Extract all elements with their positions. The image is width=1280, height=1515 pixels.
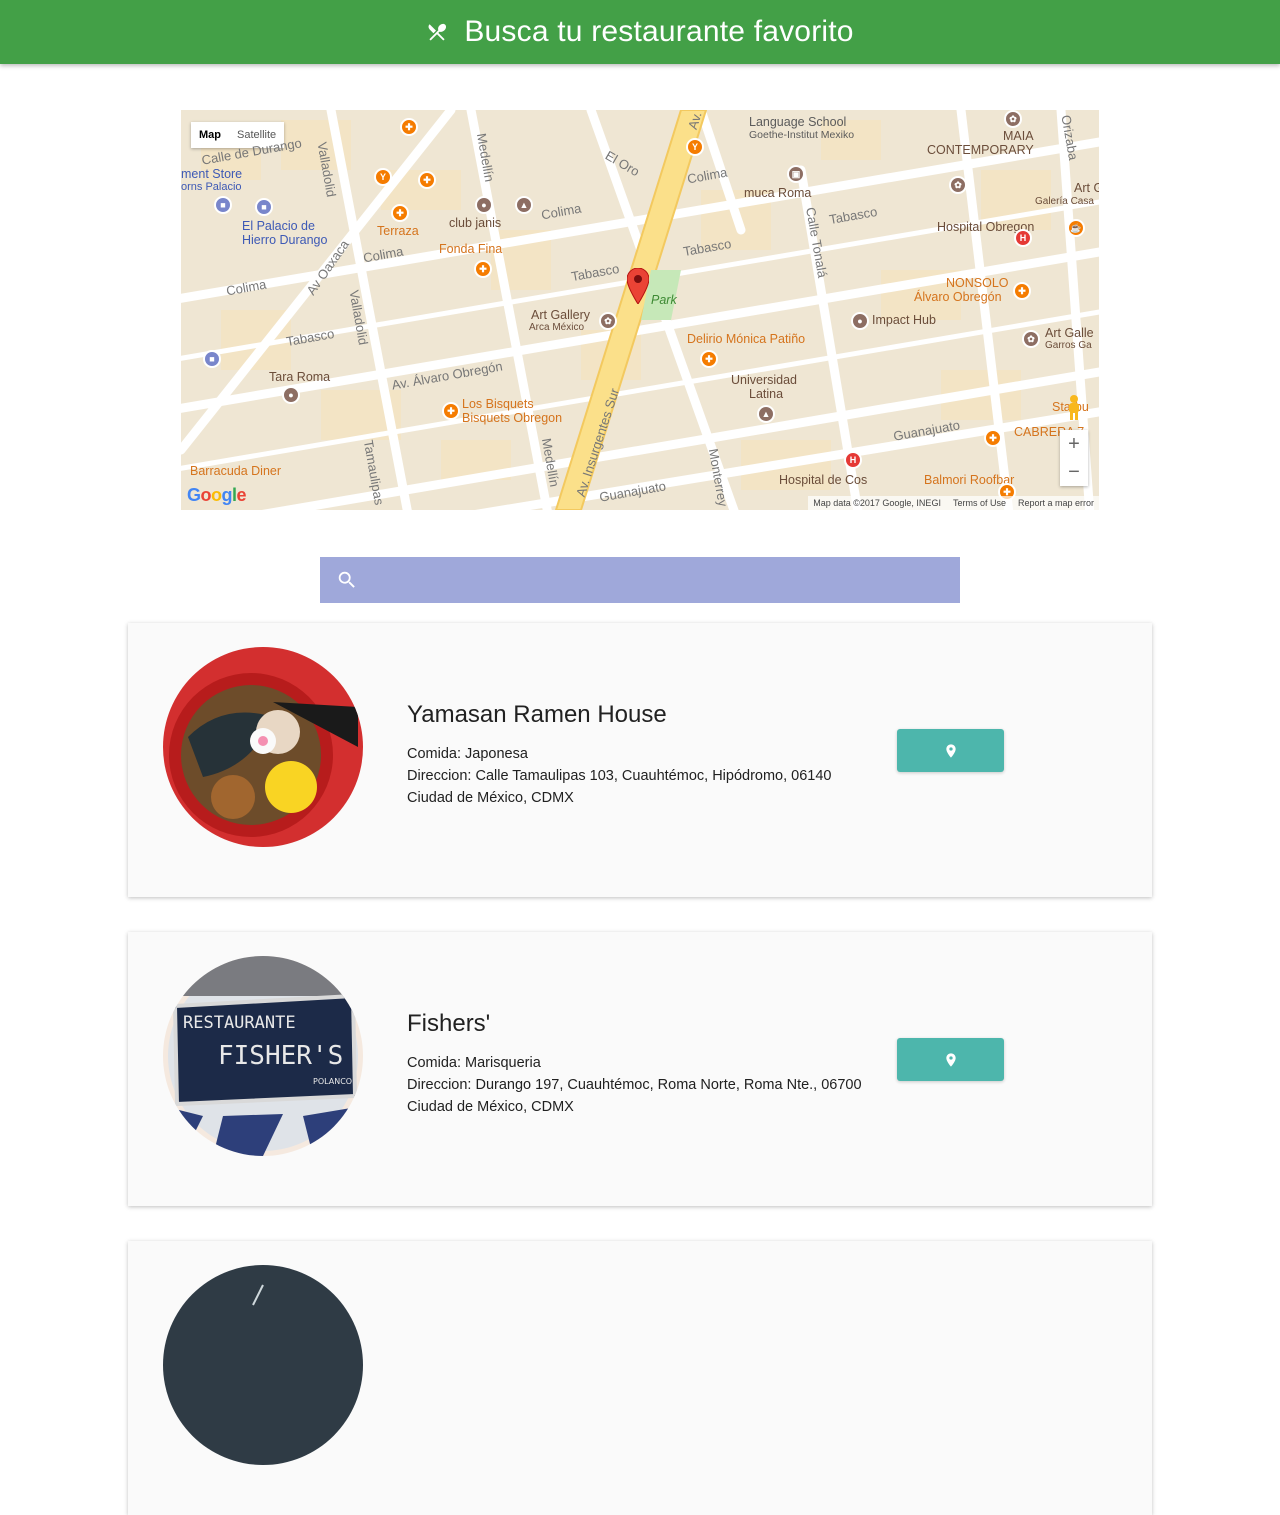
map-label: NONSOLO <box>946 276 1009 290</box>
restaurant-food-type: Comida: Marisqueria <box>407 1055 541 1071</box>
restaurant-photo <box>163 1265 363 1465</box>
map-label: Arca México <box>529 322 585 333</box>
restaurant-pin-icon[interactable]: ✚ <box>474 260 492 278</box>
map-label: orns Palacio <box>181 181 242 193</box>
show-on-map-button[interactable] <box>897 729 1004 772</box>
restaurant-food-type: Comida: Japonesa <box>407 746 528 762</box>
art-pin-icon[interactable]: ✿ <box>1022 330 1040 348</box>
terms-of-use-link[interactable]: Terms of Use <box>953 498 1006 508</box>
map-label: Barracuda Diner <box>190 464 282 478</box>
report-map-error-link[interactable]: Report a map error <box>1018 498 1094 508</box>
restaurant-card <box>128 1241 1152 1515</box>
restaurant-pin-icon[interactable]: ✚ <box>984 429 1002 447</box>
restaurant-card: RESTAURANTE FISHER'S POLANCO Fishers' Co… <box>128 932 1152 1206</box>
google-logo[interactable]: Google <box>187 485 247 506</box>
photo-sign-text: FISHER'S <box>218 1041 343 1071</box>
map-label: Garros Ga <box>1045 340 1092 351</box>
restaurant-name: Yamasan Ramen House <box>407 701 667 728</box>
restaurant-city: Ciudad de México, CDMX <box>407 790 574 806</box>
zoom-out-button[interactable]: − <box>1060 458 1088 486</box>
map-label: ment Store <box>181 167 243 181</box>
map-label: El Palacio de <box>242 219 315 233</box>
restaurant-info: Fishers' Comida: Marisqueria Direccion: … <box>407 1010 887 1118</box>
restaurant-pin-icon[interactable]: ✚ <box>391 204 409 222</box>
map-label: MAIA <box>1003 129 1034 143</box>
map-label: Latina <box>749 387 784 401</box>
restaurant-pin-icon[interactable]: ✚ <box>442 402 460 420</box>
selected-location-marker-icon[interactable] <box>627 268 649 304</box>
restaurant-address: Direccion: Durango 197, Cuauhtémoc, Roma… <box>407 1077 862 1093</box>
place-pin-icon[interactable]: ● <box>282 386 300 404</box>
place-pin-icon[interactable]: ● <box>851 312 869 330</box>
shopping-pin-icon[interactable]: ■ <box>255 198 273 216</box>
map-marker-icon <box>945 743 956 758</box>
map-label: Universidad <box>731 373 798 387</box>
map-label: Art Gallery <box>531 308 591 322</box>
map-view[interactable]: Map Satellite Calle de Durango ment Stor… <box>181 110 1099 510</box>
map-label: Terraza <box>377 224 419 238</box>
photo-sign-text: RESTAURANTE <box>183 1013 296 1033</box>
restaurant-pin-icon[interactable]: ✚ <box>400 118 418 136</box>
search-input[interactable] <box>358 557 960 603</box>
show-on-map-button[interactable] <box>897 1038 1004 1081</box>
map-marker-icon <box>945 1052 956 1067</box>
school-pin-icon[interactable]: ▲ <box>515 196 533 214</box>
map-label: muca Roma <box>744 186 812 200</box>
page-title: Busca tu restaurante favorito <box>464 15 854 48</box>
map-attribution: Map data ©2017 Google, INEGI Terms of Us… <box>808 496 1099 510</box>
search-bar[interactable] <box>320 557 960 603</box>
restaurant-name: Fishers' <box>407 1010 491 1037</box>
art-pin-icon[interactable]: ✿ <box>1004 110 1022 128</box>
restaurant-info: Yamasan Ramen House Comida: Japonesa Dir… <box>407 701 887 809</box>
hospital-pin-icon[interactable]: H <box>1014 229 1032 247</box>
map-label: CONTEMPORARY <box>927 143 1034 157</box>
photo-sign-text: POLANCO <box>313 1077 352 1086</box>
museum-pin-icon[interactable]: ▣ <box>787 165 805 183</box>
map-label: Bisquets Obregon <box>462 411 563 425</box>
map-label: Park <box>651 293 677 307</box>
search-icon <box>338 571 355 588</box>
map-label: Tara Roma <box>269 370 331 384</box>
zoom-control[interactable]: + − <box>1060 430 1088 486</box>
map-label: Los Bisquets <box>462 397 534 411</box>
restaurant-address: Direccion: Calle Tamaulipas 103, Cuauhté… <box>407 768 832 784</box>
place-pin-icon[interactable]: ● <box>475 196 493 214</box>
restaurant-icon <box>428 23 447 41</box>
map-label: Galería Casa <box>1035 196 1094 207</box>
restaurant-city: Ciudad de México, CDMX <box>407 1099 574 1115</box>
map-label: Hospital de Cos <box>779 473 868 487</box>
restaurant-pin-icon[interactable]: ✚ <box>418 171 436 189</box>
map-label: Delirio Mónica Patiño <box>687 332 806 346</box>
map-type-map[interactable]: Map <box>191 122 229 148</box>
map-label: Language School <box>749 115 847 129</box>
restaurant-card: Yamasan Ramen House Comida: Japonesa Dir… <box>128 623 1152 897</box>
map-label: Art Galle <box>1045 326 1094 340</box>
restaurant-pin-icon[interactable]: ✚ <box>1013 282 1031 300</box>
restaurant-photo <box>163 647 363 847</box>
bar-pin-icon[interactable]: Y <box>686 138 704 156</box>
restaurant-photo: RESTAURANTE FISHER'S POLANCO <box>163 956 363 1156</box>
school-pin-icon[interactable]: ▲ <box>757 405 775 423</box>
shopping-pin-icon[interactable]: ■ <box>214 196 232 214</box>
map-label: Art G <box>1074 181 1099 195</box>
shopping-pin-icon[interactable]: ■ <box>203 350 221 368</box>
map-data-credit: Map data ©2017 Google, INEGI <box>813 498 941 508</box>
street-view-pegman-icon[interactable] <box>1065 394 1083 420</box>
map-label: club janis <box>449 216 502 230</box>
app-header: Busca tu restaurante favorito <box>0 0 1280 64</box>
map-label: Impact Hub <box>872 313 936 327</box>
map-label: Fonda Fina <box>439 242 503 256</box>
place-pin-icon[interactable]: ✿ <box>949 176 967 194</box>
map-label: Hierro Durango <box>242 233 328 247</box>
map-label: Álvaro Obregón <box>914 290 1002 304</box>
map-label: Goethe-Institut Mexiko <box>749 129 855 141</box>
art-pin-icon[interactable]: ✿ <box>599 312 617 330</box>
restaurant-pin-icon[interactable]: ✚ <box>700 350 718 368</box>
zoom-in-button[interactable]: + <box>1060 430 1088 458</box>
cafe-pin-icon[interactable]: ☕ <box>1067 219 1085 237</box>
hospital-pin-icon[interactable]: H <box>844 451 862 469</box>
bar-pin-icon[interactable]: Y <box>374 168 392 186</box>
